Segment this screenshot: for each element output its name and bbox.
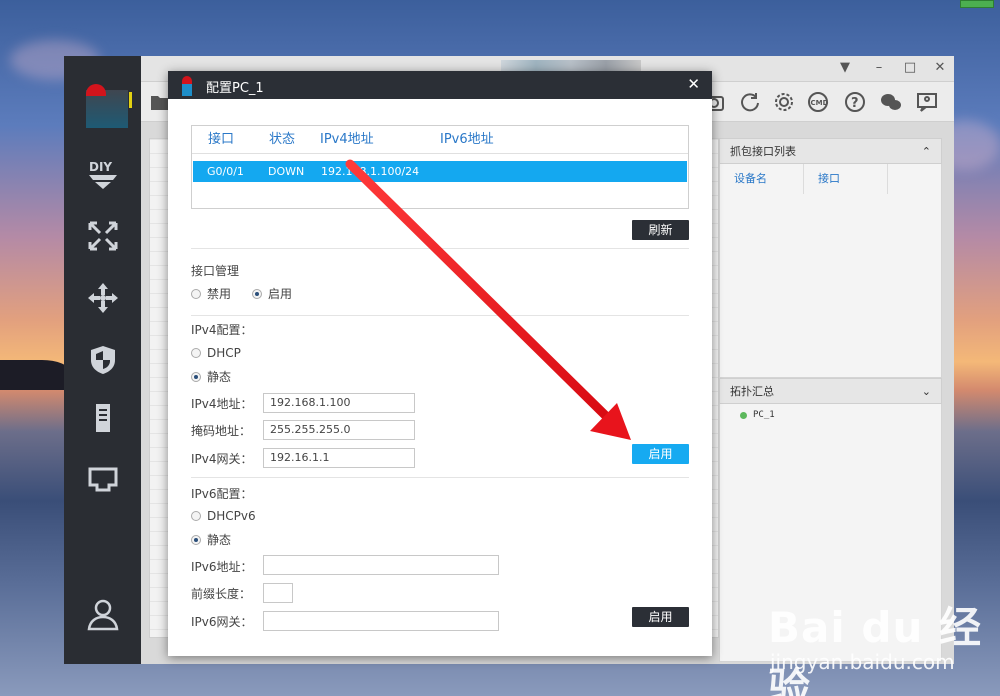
topo-panel-header[interactable]: 拓扑汇总 ⌄ <box>719 378 942 404</box>
enable-radio[interactable]: 启用 <box>252 285 292 302</box>
radio-circle-selected <box>191 534 201 545</box>
refresh-icon[interactable] <box>739 91 761 113</box>
cell-status: DOWN <box>268 165 305 178</box>
forum-icon[interactable] <box>916 91 938 113</box>
ipv4-config-title: IPv4配置： <box>191 323 253 337</box>
dialog-title: 配置PC_1 <box>206 81 264 96</box>
ipv6-address-label: IPv6地址： <box>191 560 253 574</box>
ipv4-mask-field[interactable]: 255.255.255.0 <box>263 420 415 440</box>
ipv4-address-label: IPv4地址： <box>191 397 253 411</box>
cell-ipv4: 192.168.1.100/24 <box>321 165 420 178</box>
firewall-icon[interactable] <box>84 342 122 378</box>
config-dialog: 配置PC_1 ✕ 接口 状态 IPv4地址 IPv6地址 G0/0/1 DOWN… <box>168 71 712 656</box>
svg-text:DIY: DIY <box>89 160 112 174</box>
ipv6-static-radio[interactable]: 静态 <box>191 531 231 548</box>
divider <box>191 315 689 316</box>
radio-circle <box>191 348 201 358</box>
watermark-brand: Bai du 经验 <box>768 603 982 696</box>
cell-interface: G0/0/1 <box>207 165 244 178</box>
ipv6-prefix-field[interactable] <box>263 583 293 603</box>
svg-text:CMD: CMD <box>811 99 829 107</box>
ipv4-apply-button[interactable]: 启用 <box>632 444 689 464</box>
cmd-icon[interactable]: CMD <box>807 91 829 113</box>
divider <box>191 477 689 478</box>
ipv6-static-label: 静态 <box>207 533 232 547</box>
baidu-watermark: Bai du 经验 jingyan.baidu.com <box>768 586 994 696</box>
app-logo <box>86 84 132 128</box>
ipv4-gateway-field[interactable]: 192.16.1.1 <box>263 448 415 468</box>
enable-label: 启用 <box>268 287 293 301</box>
ipv4-static-radio[interactable]: 静态 <box>191 368 231 385</box>
menu-dropdown-icon[interactable]: ▼ <box>838 61 852 75</box>
right-panel: 抓包接口列表 ⌃ 设备名 接口 拓扑汇总 ⌄ PC_1 <box>719 138 942 662</box>
desktop-shoreline <box>0 360 70 390</box>
server-icon[interactable] <box>84 400 122 436</box>
watermark-url: jingyan.baidu.com <box>770 650 955 674</box>
topo-panel-title: 拓扑汇总 <box>730 385 774 398</box>
topo-list-item[interactable]: PC_1 <box>720 404 941 426</box>
user-icon[interactable] <box>84 596 122 632</box>
tray-battery-icon <box>960 0 994 8</box>
divider <box>191 248 689 249</box>
interface-table: 接口 状态 IPv4地址 IPv6地址 G0/0/1 DOWN 192.168.… <box>191 125 689 209</box>
col-ipv6: IPv6地址 <box>440 132 494 147</box>
router-icon[interactable] <box>84 280 122 316</box>
capture-panel-body: 设备名 接口 <box>719 164 942 378</box>
svg-text:?: ? <box>851 96 859 111</box>
expand-icon[interactable]: ⌄ <box>922 385 931 398</box>
ipv4-address-field[interactable]: 192.168.1.100 <box>263 393 415 413</box>
settings-gear-icon[interactable] <box>773 91 795 113</box>
col-interface: 接口 <box>208 132 235 147</box>
ipv4-dhcp-label: DHCP <box>207 346 241 360</box>
disable-label: 禁用 <box>207 287 232 301</box>
radio-circle-selected <box>191 371 201 382</box>
col-device-name: 设备名 <box>720 164 804 194</box>
topo-item-label: PC_1 <box>753 410 775 420</box>
ipv6-prefix-label: 前缀长度： <box>191 587 252 601</box>
app-sidebar: DIY <box>64 56 141 664</box>
capture-panel-title: 抓包接口列表 <box>730 145 796 158</box>
ipv4-static-label: 静态 <box>207 370 232 384</box>
ipv4-gateway-label: IPv4网关： <box>191 452 253 466</box>
col-interface: 接口 <box>804 164 888 194</box>
radio-circle <box>191 288 201 299</box>
status-dot-icon <box>740 411 747 419</box>
switch-icon[interactable] <box>84 218 122 254</box>
wechat-icon[interactable] <box>880 91 902 113</box>
maximize-icon[interactable]: □ <box>903 61 917 75</box>
ipv6-gateway-field[interactable] <box>263 611 499 631</box>
help-icon[interactable]: ? <box>844 91 866 113</box>
ipv4-mask-label: 掩码地址： <box>191 424 252 438</box>
radio-circle-selected <box>252 288 262 299</box>
refresh-button[interactable]: 刷新 <box>632 220 689 240</box>
ipv4-dhcp-radio[interactable]: DHCP <box>191 346 241 360</box>
dialog-close-icon[interactable]: ✕ <box>687 76 700 92</box>
minimize-icon[interactable]: – <box>872 61 886 75</box>
disable-radio[interactable]: 禁用 <box>191 285 231 302</box>
radio-circle <box>191 511 201 521</box>
ipv6-dhcp-label: DHCPv6 <box>207 509 256 523</box>
cable-icon[interactable] <box>84 462 122 498</box>
pc-app-icon <box>182 76 196 96</box>
capture-panel-header[interactable]: 抓包接口列表 ⌃ <box>719 138 942 164</box>
table-row[interactable]: G0/0/1 DOWN 192.168.1.100/24 <box>193 161 687 182</box>
iface-mgmt-title: 接口管理 <box>191 264 240 278</box>
col-status: 状态 <box>269 132 296 147</box>
dialog-title-bar: 配置PC_1 ✕ <box>168 71 712 99</box>
ipv6-address-field[interactable] <box>263 555 499 575</box>
ipv6-dhcp-radio[interactable]: DHCPv6 <box>191 509 256 523</box>
collapse-icon[interactable]: ⌃ <box>922 145 931 158</box>
capture-columns: 设备名 接口 <box>720 164 941 194</box>
diy-icon[interactable]: DIY <box>84 156 122 192</box>
col-ipv4: IPv4地址 <box>320 132 374 147</box>
close-icon[interactable]: ✕ <box>933 61 947 75</box>
ipv6-config-title: IPv6配置： <box>191 487 253 501</box>
ipv6-apply-button[interactable]: 启用 <box>632 607 689 627</box>
ipv6-gateway-label: IPv6网关： <box>191 615 253 629</box>
table-header: 接口 状态 IPv4地址 IPv6地址 <box>192 126 688 154</box>
